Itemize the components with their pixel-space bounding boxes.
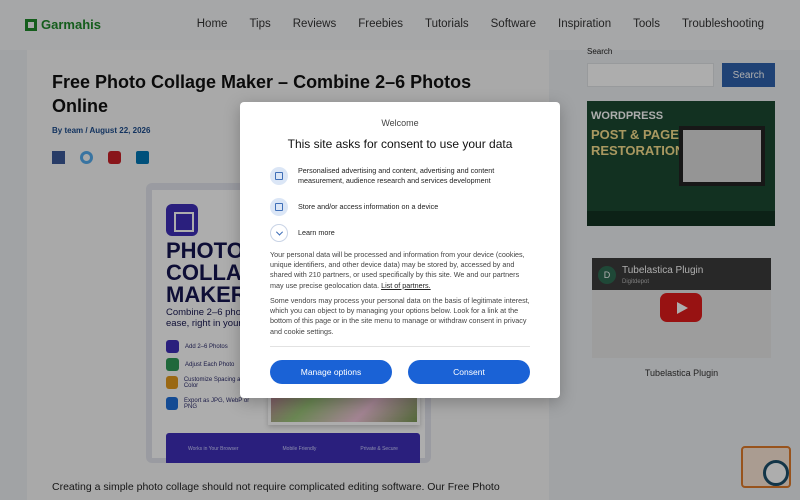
person-icon bbox=[270, 167, 288, 185]
partners-link[interactable]: List of partners. bbox=[381, 281, 431, 290]
consent-body-1: Your personal data will be processed and… bbox=[270, 250, 532, 291]
chevron-down-icon[interactable] bbox=[270, 224, 288, 242]
consent-purpose-item: Personalised advertising and content, ad… bbox=[270, 166, 530, 186]
device-icon bbox=[270, 198, 288, 216]
consent-purpose-text: Store and/or access information on a dev… bbox=[298, 202, 439, 211]
dialog-welcome: Welcome bbox=[381, 118, 419, 128]
consent-purpose-item: Store and/or access information on a dev… bbox=[270, 198, 530, 216]
dialog-divider bbox=[270, 346, 530, 347]
consent-body-2: Some vendors may process your personal d… bbox=[270, 296, 530, 336]
learn-more-toggle[interactable]: Learn more bbox=[270, 224, 530, 242]
consent-dialog: Welcome This site asks for consent to us… bbox=[240, 102, 560, 398]
dialog-title: This site asks for consent to use your d… bbox=[287, 137, 513, 151]
consent-purpose-text: Personalised advertising and content, ad… bbox=[298, 166, 495, 185]
manage-options-button[interactable]: Manage options bbox=[270, 360, 392, 384]
consent-button[interactable]: Consent bbox=[408, 360, 530, 384]
learn-more-label[interactable]: Learn more bbox=[298, 228, 335, 238]
